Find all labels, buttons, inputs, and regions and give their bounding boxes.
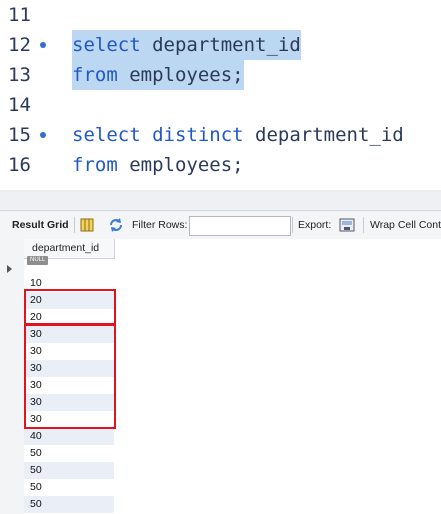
table-cell[interactable]: 50 xyxy=(24,496,114,513)
result-grid-tab[interactable]: Result Grid xyxy=(12,211,69,239)
line-number: 13 xyxy=(8,64,31,86)
sql-text: employees; xyxy=(117,154,244,176)
line-number: 12 xyxy=(8,34,31,56)
line-number: 14 xyxy=(8,94,31,116)
highlight-box-20 xyxy=(24,289,116,326)
filter-rows-input[interactable] xyxy=(189,216,291,236)
panel-splitter[interactable] xyxy=(0,190,441,211)
editor-line: 15 select distinct department_id xyxy=(0,120,441,150)
sql-text: department_id xyxy=(140,34,301,56)
code-text: select distinct department_id xyxy=(72,120,404,150)
row-gutter xyxy=(0,239,24,514)
code-text: from employees; xyxy=(72,150,244,180)
table-cell[interactable]: 50 xyxy=(24,462,114,479)
grid-view-icon[interactable] xyxy=(79,217,95,233)
editor-line: 16 from employees; xyxy=(0,150,441,180)
result-toolbar: Result Grid Filter Rows: Export: Wrap Ce… xyxy=(0,211,441,240)
sql-text: employees; xyxy=(117,64,244,86)
export-label: Export: xyxy=(298,219,332,231)
code-text: from employees; xyxy=(72,60,244,90)
highlight-box-30 xyxy=(24,323,116,429)
line-number: 15 xyxy=(8,124,31,146)
filter-rows-label: Filter Rows: xyxy=(132,219,188,231)
sql-keyword: from xyxy=(72,64,118,86)
sql-keyword: select xyxy=(72,34,141,56)
table-cell[interactable]: 50 xyxy=(24,445,114,462)
table-cell[interactable]: 50 xyxy=(24,479,114,496)
table-cell[interactable]: 40 xyxy=(24,428,114,445)
statement-marker-icon xyxy=(40,132,46,138)
line-number: 16 xyxy=(8,154,31,176)
null-value-badge[interactable]: NULL xyxy=(27,256,49,265)
sql-keyword: from xyxy=(72,154,118,176)
sql-editor[interactable]: 11 12 select department_id 13 from emplo… xyxy=(0,0,441,190)
sql-keyword: select distinct xyxy=(72,124,244,146)
editor-line: 12 select department_id xyxy=(0,30,441,60)
toolbar-divider xyxy=(363,217,364,233)
wrap-cell-content-toggle[interactable]: Wrap Cell Conte xyxy=(370,211,441,239)
statement-marker-icon xyxy=(40,42,46,48)
export-icon[interactable] xyxy=(339,217,355,233)
sql-text: department_id xyxy=(243,124,404,146)
editor-line: 14 xyxy=(0,90,441,120)
result-grid: department_id NULL 10 20 20 30 30 30 30 … xyxy=(0,239,441,514)
current-row-arrow-icon xyxy=(7,265,12,273)
code-text: select department_id xyxy=(72,30,301,60)
line-number: 11 xyxy=(8,4,31,26)
editor-line: 13 from employees; xyxy=(0,60,441,90)
toolbar-divider xyxy=(292,217,293,233)
refresh-icon[interactable] xyxy=(108,217,124,233)
editor-line: 11 xyxy=(0,0,441,30)
toolbar-divider xyxy=(74,217,75,233)
